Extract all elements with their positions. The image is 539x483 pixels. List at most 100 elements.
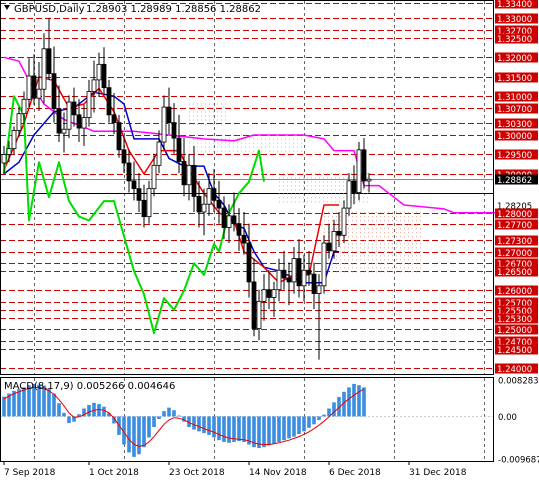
candle-body bbox=[226, 215, 232, 228]
candle-body bbox=[261, 289, 267, 302]
candle-body bbox=[56, 108, 62, 134]
macd-histogram-bar bbox=[212, 416, 216, 438]
level-label: 1.27700 bbox=[497, 221, 532, 231]
candle-body bbox=[16, 113, 22, 131]
candle-body bbox=[341, 207, 347, 236]
level-label: 1.30000 bbox=[497, 132, 532, 142]
macd-histogram-bar bbox=[242, 416, 246, 442]
candle-body bbox=[351, 180, 357, 193]
candle-body bbox=[196, 196, 202, 213]
macd-histogram-bar bbox=[217, 416, 221, 441]
level-label: 1.24000 bbox=[497, 365, 532, 375]
level-label: 1.26000 bbox=[497, 287, 532, 297]
candle-body bbox=[71, 101, 77, 116]
candle-body bbox=[151, 164, 157, 190]
macd-histogram-bar bbox=[312, 416, 316, 425]
macd-histogram-bar bbox=[292, 416, 296, 437]
candle-body bbox=[66, 101, 72, 130]
candle-body bbox=[326, 242, 332, 252]
macd-histogram-bar bbox=[297, 416, 301, 434]
macd-histogram-bar bbox=[262, 416, 266, 448]
candle-body bbox=[231, 215, 237, 225]
candle-body bbox=[26, 75, 32, 100]
macd-histogram-bar bbox=[267, 416, 271, 446]
candle-body bbox=[221, 207, 227, 228]
candle-body bbox=[36, 88, 42, 99]
macd-histogram-bar bbox=[227, 416, 231, 443]
time-label: 6 Dec 2018 bbox=[329, 468, 381, 478]
candle-body bbox=[1, 154, 7, 164]
macd-axis-label: -0.009687 bbox=[498, 456, 539, 466]
macd-histogram-bar bbox=[52, 393, 56, 417]
candle-body bbox=[81, 117, 87, 129]
macd-histogram-bar bbox=[237, 416, 241, 442]
candle-body bbox=[96, 63, 102, 81]
candle-body bbox=[246, 242, 252, 283]
candle-body bbox=[121, 149, 127, 164]
level-label: 1.25300 bbox=[497, 315, 532, 325]
candle-body bbox=[271, 289, 277, 298]
macd-histogram-bar bbox=[202, 416, 206, 434]
macd-histogram-bar bbox=[207, 416, 211, 435]
candle-body bbox=[21, 98, 27, 115]
time-label: 23 Oct 2018 bbox=[169, 468, 225, 478]
candle-body bbox=[266, 289, 272, 298]
candle-body bbox=[146, 188, 152, 218]
level-label: 1.29500 bbox=[497, 151, 532, 161]
macd-histogram-bar bbox=[67, 416, 71, 424]
candle-body bbox=[311, 273, 317, 294]
candle-body bbox=[301, 269, 307, 287]
macd-histogram-bar bbox=[127, 416, 131, 453]
candle-body bbox=[296, 258, 302, 287]
candle-body bbox=[361, 149, 367, 182]
macd-histogram-bar bbox=[172, 410, 176, 417]
candle-body bbox=[186, 164, 192, 186]
macd-histogram-bar bbox=[177, 415, 181, 417]
candle-body bbox=[176, 137, 182, 162]
candle-body bbox=[356, 149, 362, 193]
macd-histogram-bar bbox=[167, 407, 171, 417]
candle-body bbox=[91, 79, 97, 92]
gbpusd-daily-chart: 1.334001.330001.327001.325001.320001.315… bbox=[0, 0, 539, 483]
candle-body bbox=[256, 300, 262, 329]
candle-body bbox=[161, 106, 167, 143]
macd-histogram-bar bbox=[17, 389, 21, 417]
level-label: 1.32500 bbox=[497, 35, 532, 45]
macd-histogram-bar bbox=[232, 416, 236, 442]
chart-header: GBPUSD,Daily 1.28903 1.28989 1.28856 1.2… bbox=[4, 4, 261, 15]
level-label: 1.33000 bbox=[497, 15, 532, 25]
candle-body bbox=[141, 199, 147, 218]
macd-histogram-bar bbox=[57, 403, 61, 417]
candle-body bbox=[6, 148, 12, 155]
level-label: 1.33400 bbox=[497, 0, 532, 10]
macd-histogram-bar bbox=[137, 416, 141, 455]
macd-histogram-bar bbox=[302, 416, 306, 432]
candle-body bbox=[111, 114, 117, 124]
macd-histogram-bar bbox=[162, 411, 166, 417]
candle-body bbox=[281, 269, 287, 279]
candle-body bbox=[181, 161, 187, 186]
macd-histogram-bar bbox=[152, 416, 156, 427]
level-label: 1.31500 bbox=[497, 74, 532, 84]
time-label: 31 Dec 2018 bbox=[409, 468, 467, 478]
candle-body bbox=[201, 203, 207, 213]
macd-histogram-bar bbox=[282, 416, 286, 441]
candle-body bbox=[171, 122, 177, 139]
ohlc-values: 1.28903 1.28989 1.28856 1.28862 bbox=[86, 4, 261, 15]
candle-body bbox=[126, 162, 132, 182]
macd-histogram-bar bbox=[277, 416, 281, 442]
level-label: 1.32000 bbox=[497, 54, 532, 64]
macd-histogram-bar bbox=[222, 416, 226, 442]
macd-histogram-bar bbox=[357, 385, 361, 417]
macd-histogram-bar bbox=[332, 402, 336, 417]
level-label: 1.27000 bbox=[497, 249, 532, 259]
macd-histogram-bar bbox=[197, 416, 201, 432]
candle-body bbox=[241, 234, 247, 244]
candle-body bbox=[101, 63, 107, 89]
macd-label: MACD(8,17,9) 0.005266 0.004646 bbox=[4, 381, 175, 392]
candle-body bbox=[366, 178, 372, 182]
candle-body bbox=[106, 87, 112, 116]
candle-body bbox=[206, 188, 212, 205]
candle-body bbox=[306, 269, 312, 275]
macd-histogram-bar bbox=[2, 396, 6, 417]
